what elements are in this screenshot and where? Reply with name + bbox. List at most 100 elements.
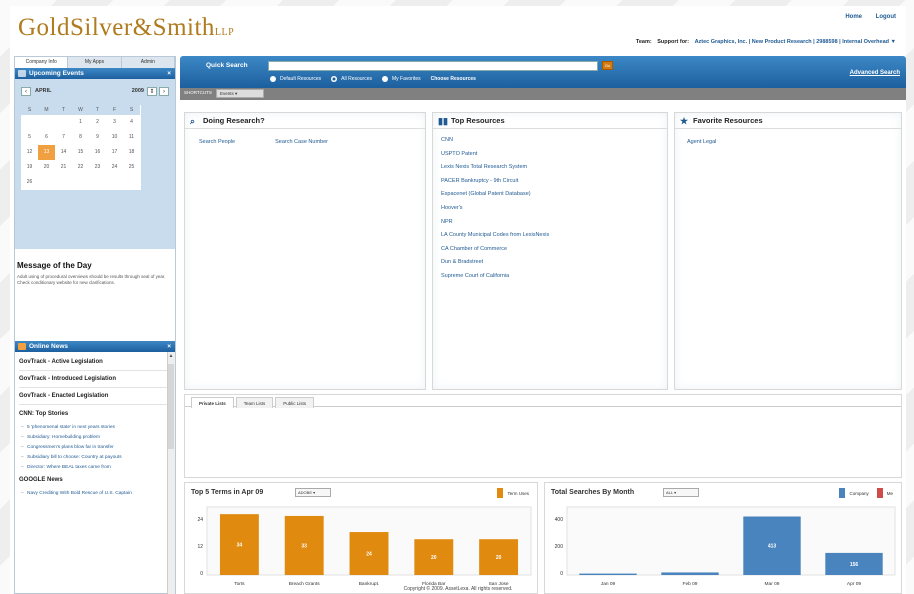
radio-all-label[interactable]: All Resources: [341, 76, 372, 82]
top-resources-panel: ▮▮ Top Resources CNN USPTO Patent Lexis Nex…: [432, 112, 668, 390]
panel-header: ★ Favorite Resources: [675, 113, 901, 129]
resource-link[interactable]: PACER Bankruptcy - 9th Circuit: [441, 178, 549, 192]
calendar-day[interactable]: 11: [123, 130, 140, 145]
calendar-day[interactable]: 15: [72, 145, 89, 160]
bar-data-label: 156: [850, 562, 859, 568]
calendar-year[interactable]: 2009: [132, 88, 144, 94]
logout-link[interactable]: Logout: [876, 14, 896, 20]
next-month-button[interactable]: ›: [159, 86, 169, 96]
calendar-day[interactable]: 6: [38, 130, 55, 145]
support-value[interactable]: Aztec Graphics, Inc. | New Product Resea…: [695, 39, 889, 45]
story-link[interactable]: Director: Where BEAL taxes came from: [21, 465, 171, 471]
tab-my-apps[interactable]: My Apps: [68, 57, 122, 68]
calendar-day[interactable]: 4: [123, 115, 140, 130]
calendar-day[interactable]: 26: [21, 175, 38, 190]
calendar-day[interactable]: 14: [55, 145, 72, 160]
calendar-day[interactable]: 21: [55, 160, 72, 175]
tab-company-info[interactable]: Company Info: [15, 57, 69, 68]
caret-down-icon[interactable]: ▼: [891, 39, 896, 45]
resource-link[interactable]: CA Chamber of Commerce: [441, 246, 549, 260]
bar: [579, 573, 637, 575]
story-link[interactable]: Subsidiary bill to choose: Country at pa…: [21, 455, 171, 461]
y-tick-label: 400: [555, 517, 564, 523]
prev-month-button[interactable]: ‹: [21, 86, 31, 96]
calendar-month[interactable]: APRIL: [35, 88, 52, 94]
calendar-day[interactable]: 8: [72, 130, 89, 145]
home-link[interactable]: Home: [845, 14, 862, 20]
calendar-day[interactable]: 1: [72, 115, 89, 130]
resource-link[interactable]: CNN: [441, 137, 549, 151]
story-link[interactable]: Subsidiary: Homebuilding problem: [21, 435, 171, 441]
radio-default[interactable]: [270, 76, 276, 82]
resource-link[interactable]: Lexis Nexis Total Research System: [441, 164, 549, 178]
calendar-day[interactable]: 13: [38, 145, 55, 160]
news-item[interactable]: GovTrack - Enacted Legislation: [19, 388, 171, 405]
calendar-day[interactable]: 3: [106, 115, 123, 130]
advanced-search-link[interactable]: Advanced Search: [850, 70, 900, 76]
calendar-day: [55, 115, 72, 130]
search-case-link[interactable]: Search Case Number: [275, 139, 328, 145]
close-icon[interactable]: ×: [167, 68, 171, 79]
calendar-day[interactable]: 2: [89, 115, 106, 130]
year-spinner[interactable]: ⇕: [147, 86, 157, 96]
calendar-nav: ‹ APRIL 2009 ⇕ ›: [21, 85, 169, 97]
news-scrollbar[interactable]: ▲: [167, 352, 175, 594]
search-go-button[interactable]: Go: [602, 61, 613, 70]
events-title: Upcoming Events: [29, 70, 84, 77]
logo[interactable]: GoldSilver&SmithLLP: [18, 14, 234, 42]
calendar-day: [55, 175, 72, 190]
calendar-day[interactable]: 12: [21, 145, 38, 160]
news-item[interactable]: GovTrack - Active Legislation: [19, 354, 171, 371]
resource-link[interactable]: Dun & Bradstreet: [441, 259, 549, 273]
bar-data-label: 20: [431, 555, 437, 561]
search-input[interactable]: [268, 61, 598, 71]
resource-link[interactable]: LA County Municipal Codes from LexisNexi…: [441, 232, 549, 246]
story-link[interactable]: Navy Crediting With Bold Rescue of U.S. …: [21, 491, 171, 497]
calendar-day[interactable]: 16: [89, 145, 106, 160]
message-of-the-day: Message of the Day Adult using of proced…: [15, 249, 175, 292]
tab-public-lists[interactable]: Public Lists: [275, 397, 315, 408]
resource-link[interactable]: Hoover's: [441, 205, 549, 219]
calendar-day[interactable]: 25: [123, 160, 140, 175]
tab-admin[interactable]: Admin: [122, 57, 175, 68]
calendar-day-head: S: [21, 105, 38, 115]
tab-private-lists[interactable]: Private Lists: [191, 397, 234, 408]
calendar-day[interactable]: 17: [106, 145, 123, 160]
scroll-thumb[interactable]: [168, 364, 174, 449]
calendar-day[interactable]: 24: [106, 160, 123, 175]
story-link[interactable]: Congressmen's plans blow far in transfer: [21, 445, 171, 451]
resource-link[interactable]: Supreme Court of California: [441, 273, 549, 287]
story-link[interactable]: 5 'phenomenal state' in next years stori…: [21, 425, 171, 431]
calendar-day[interactable]: 22: [72, 160, 89, 175]
radio-all[interactable]: [331, 76, 338, 82]
scroll-up-icon[interactable]: ▲: [167, 352, 175, 360]
choose-resources-link[interactable]: Choose Resources: [431, 76, 476, 82]
calendar-day[interactable]: 20: [38, 160, 55, 175]
radio-favorites-label[interactable]: My Favorites: [392, 76, 421, 82]
radio-favorites[interactable]: [382, 76, 388, 82]
tab-team-lists[interactable]: Team Lists: [235, 397, 274, 408]
resource-link[interactable]: NPR: [441, 219, 549, 233]
calendar-day-head: S: [123, 105, 140, 115]
calendar-day-head: W: [72, 105, 89, 115]
search-people-link[interactable]: Search People: [199, 139, 235, 145]
resource-link[interactable]: USPTO Patent: [441, 151, 549, 165]
favorite-link[interactable]: Agent Legal: [687, 139, 716, 145]
calendar-day[interactable]: 5: [21, 130, 38, 145]
calendar-day[interactable]: 9: [89, 130, 106, 145]
motd-text: Adult using of procedural overviews shou…: [17, 274, 166, 285]
calendar-day[interactable]: 19: [21, 160, 38, 175]
resource-link[interactable]: Espacenet (Global Patent Database): [441, 191, 549, 205]
calendar-day[interactable]: 18: [123, 145, 140, 160]
radio-default-label[interactable]: Default Resources: [280, 76, 321, 82]
close-icon[interactable]: ×: [167, 341, 171, 352]
favorite-resources-panel: ★ Favorite Resources Agent Legal: [674, 112, 902, 390]
quick-search-bar: Quick Search Go Default Resources All Re…: [180, 56, 906, 88]
news-item[interactable]: GovTrack - Introduced Legislation: [19, 371, 171, 388]
calendar-day[interactable]: 7: [55, 130, 72, 145]
calendar-day[interactable]: 10: [106, 130, 123, 145]
bar-data-label: 20: [496, 555, 502, 561]
calendar-day[interactable]: 23: [89, 160, 106, 175]
star-icon: ★: [680, 116, 689, 126]
shortcut-select[interactable]: Events ▾: [216, 89, 264, 98]
